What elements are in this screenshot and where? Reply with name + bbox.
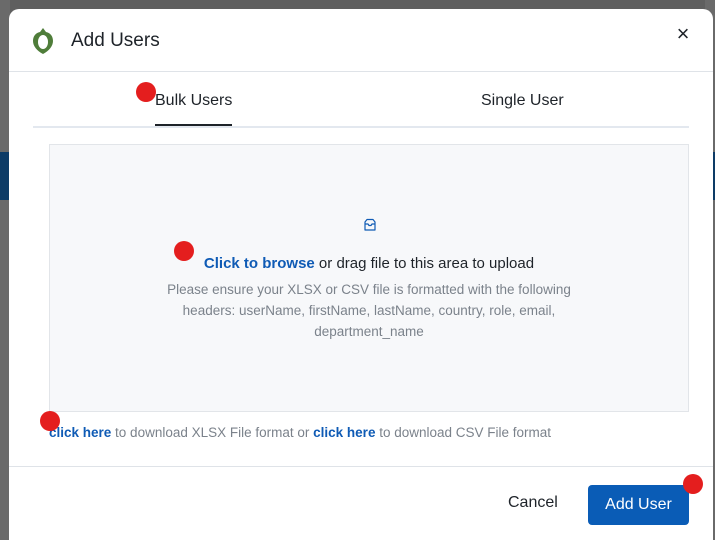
tab-label: Single User xyxy=(481,92,564,109)
tab-single-user[interactable]: Single User xyxy=(481,92,564,110)
dialog-header: Add Users × xyxy=(9,9,713,72)
tab-label: Bulk Users xyxy=(155,92,233,109)
download-csv-text: to download CSV File format xyxy=(375,425,552,440)
active-tab-indicator xyxy=(155,124,233,126)
cancel-button[interactable]: Cancel xyxy=(508,494,558,512)
upload-tray-icon xyxy=(364,218,376,231)
tab-bulk-users[interactable]: Bulk Users xyxy=(155,92,233,126)
dropzone-instructions: Click to browse or drag file to this are… xyxy=(50,255,688,272)
dialog-footer: Cancel Add User xyxy=(9,466,713,540)
drag-text: or drag file to this area to upload xyxy=(314,255,535,272)
download-xlsx-link[interactable]: click here xyxy=(49,425,111,440)
download-csv-link[interactable]: click here xyxy=(313,425,375,440)
annotation-marker xyxy=(683,474,703,494)
annotation-marker xyxy=(174,241,194,261)
dialog-title: Add Users xyxy=(71,30,160,51)
download-xlsx-text: to download XLSX File format or xyxy=(111,425,314,440)
format-help-text: Please ensure your XLSX or CSV file is f… xyxy=(167,282,571,339)
annotation-marker xyxy=(40,411,60,431)
add-user-button[interactable]: Add User xyxy=(588,485,689,525)
browse-link[interactable]: Click to browse xyxy=(204,255,315,272)
add-users-dialog: Add Users × Bulk Users Single User Click… xyxy=(9,9,713,540)
annotation-marker xyxy=(136,82,156,102)
file-dropzone[interactable]: Click to browse or drag file to this are… xyxy=(49,144,689,412)
close-icon[interactable]: × xyxy=(673,23,693,45)
tab-bar: Bulk Users Single User xyxy=(33,72,689,128)
download-template-line: click here to download XLSX File format … xyxy=(49,425,551,440)
brand-logo-icon xyxy=(33,28,53,54)
